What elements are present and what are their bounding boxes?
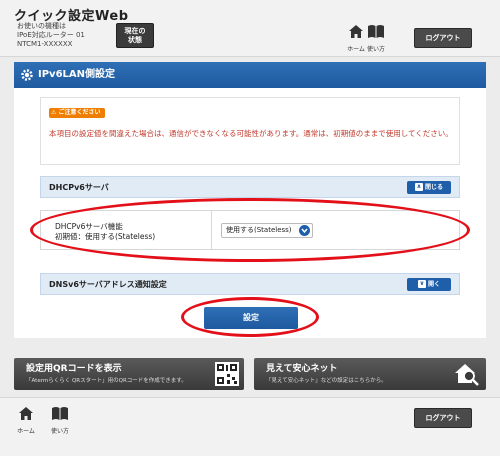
device-info-line: IPoE対応ルーター 01 — [17, 31, 85, 39]
status-button-line: 現在の — [124, 27, 146, 35]
manual-link[interactable]: 使い方 — [364, 24, 388, 53]
logout-button[interactable]: ログアウト — [414, 28, 472, 48]
chevron-up-icon: ∧ — [414, 182, 423, 191]
book-icon — [368, 25, 384, 38]
notice-badge-label: ご注意ください — [58, 109, 101, 116]
qr-code-icon — [215, 362, 239, 386]
manual-label: 使い方 — [366, 46, 385, 53]
dnsv6-section-header: DNSv6サーバアドレス通知設定 ∨ 開く — [40, 273, 460, 295]
house-search-icon — [455, 364, 479, 386]
notice-box: ⚠ ご注意ください 本項目の設定値を間違えた場合は、通信ができなくなる可能性があ… — [40, 97, 460, 165]
dhcpv6-section-header: DHCPv6サーバ ∧ 閉じる — [40, 176, 460, 198]
manual-link[interactable]: 使い方 — [48, 406, 72, 435]
banner-subtitle: 「Atermらくらく QRスタート」用のQRコードを作成できます。 — [26, 378, 187, 384]
setting-label: DHCPv6サーバ機能 初期値：使用する(Stateless) — [55, 222, 155, 242]
setting-default: 初期値：使用する(Stateless) — [55, 232, 156, 241]
home-icon — [349, 25, 363, 38]
device-info-line: お使いの機種は — [17, 22, 66, 30]
chevron-down-icon — [299, 225, 310, 236]
device-info-line: NTCM1-XXXXXX — [17, 40, 73, 48]
warning-icon: ⚠ — [51, 109, 57, 116]
status-button-line: 状態 — [128, 36, 142, 44]
dhcpv6-mode-select[interactable]: 使用する(Stateless) — [221, 223, 313, 238]
banner-title: 設定用QRコードを表示 — [26, 364, 122, 374]
safe-net-banner[interactable]: 見えて安心ネット 「見えて安心ネット」などの設定はこちらから。 — [254, 358, 486, 390]
submit-button[interactable]: 設定 — [204, 307, 298, 329]
setting-name: DHCPv6サーバ機能 — [55, 222, 123, 231]
qr-code-banner[interactable]: 設定用QRコードを表示 「Atermらくらく QRスタート」用のQRコードを作成… — [14, 358, 244, 390]
footer: ホーム 使い方 ログアウト — [0, 397, 500, 456]
notice-text: 本項目の設定値を間違えた場合は、通信ができなくなる可能性があります。通常は、初期… — [49, 129, 453, 138]
collapse-label: 閉じる — [424, 184, 443, 191]
gear-icon — [21, 69, 33, 81]
home-icon — [19, 407, 33, 420]
banner-subtitle: 「見えて安心ネット」などの設定はこちらから。 — [266, 378, 387, 384]
current-status-button[interactable]: 現在の 状態 — [116, 23, 154, 48]
select-value: 使用する(Stateless) — [226, 226, 292, 234]
page-title: IPv6LAN側設定 — [38, 69, 116, 80]
expand-label: 開く — [427, 281, 440, 288]
manual-label: 使い方 — [50, 428, 69, 435]
page-title-bar: IPv6LAN側設定 — [14, 62, 486, 88]
home-link[interactable]: ホーム — [14, 406, 38, 435]
section-title: DNSv6サーバアドレス通知設定 — [49, 280, 167, 289]
notice-badge: ⚠ ご注意ください — [49, 108, 105, 118]
section-title: DHCPv6サーバ — [49, 183, 109, 192]
home-label: ホーム — [17, 428, 35, 435]
book-icon — [52, 407, 68, 420]
dhcpv6-server-setting-row: DHCPv6サーバ機能 初期値：使用する(Stateless) 使用する(Sta… — [40, 210, 460, 250]
banner-title: 見えて安心ネット — [266, 364, 338, 374]
divider — [211, 211, 212, 249]
logout-button[interactable]: ログアウト — [414, 408, 472, 428]
collapse-button[interactable]: ∧ 閉じる — [407, 181, 451, 194]
chevron-down-icon: ∨ — [417, 279, 426, 288]
header: クイック設定Web お使いの機種は IPoE対応ルーター 01 NTCM1-XX… — [0, 0, 500, 57]
expand-button[interactable]: ∨ 開く — [407, 278, 451, 291]
device-info: お使いの機種は IPoE対応ルーター 01 NTCM1-XXXXXX — [17, 22, 85, 49]
